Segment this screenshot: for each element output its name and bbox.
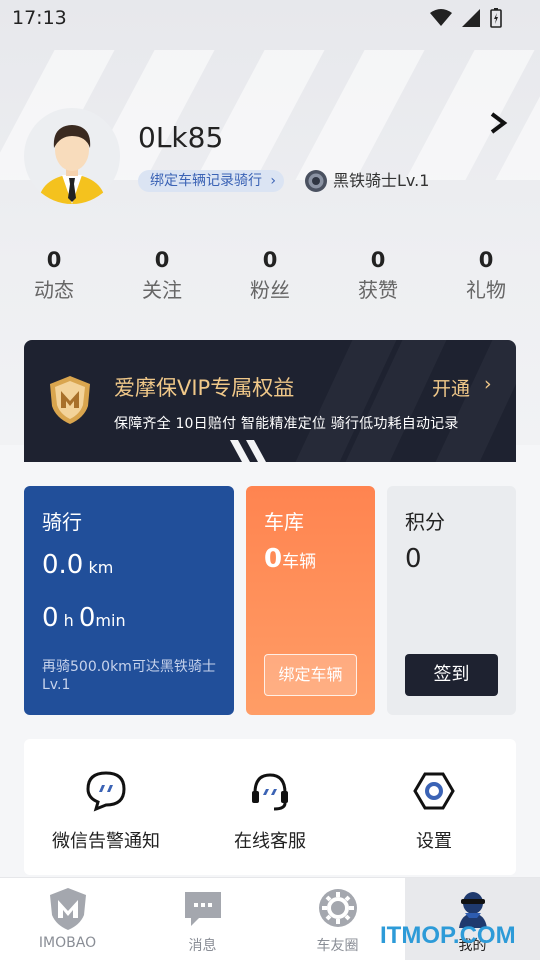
chevron-right-icon: › — [270, 173, 276, 189]
ride-progress-note: 再骑500.0km可达黑铁骑士Lv.1 — [42, 659, 216, 693]
watermark: ITMOP.COM — [380, 922, 516, 949]
tool-wechat-alert[interactable]: 微信告警通知 — [24, 739, 188, 875]
stat-value: 0 — [154, 248, 170, 272]
battery-icon — [490, 8, 502, 28]
stat-label: 获赞 — [358, 278, 398, 302]
ride-hours-value: 0 — [42, 603, 59, 633]
avatar[interactable] — [24, 108, 120, 204]
stat-following[interactable]: 0 关注 — [122, 248, 202, 304]
stat-value: 0 — [478, 248, 494, 272]
garage-count: 0车辆 — [264, 544, 316, 574]
garage-card[interactable]: 车库 0车辆 绑定车辆 — [246, 486, 375, 715]
stat-label: 关注 — [142, 278, 182, 302]
ride-distance: 0.0 km — [42, 550, 113, 580]
settings-hex-icon — [413, 772, 455, 810]
vip-open-button[interactable]: 开通 — [432, 374, 470, 401]
ride-duration: 0 h 0min — [42, 603, 126, 633]
status-bar: 17:13 — [0, 0, 540, 36]
status-time: 17:13 — [12, 7, 67, 29]
bind-vehicle-button[interactable]: 绑定车辆 — [264, 654, 357, 696]
wechat-alert-icon — [86, 771, 126, 812]
tab-label: IMOBAO — [38, 935, 97, 951]
wifi-icon — [430, 9, 452, 26]
stat-value: 0 — [46, 248, 62, 272]
stat-label: 粉丝 — [250, 278, 290, 302]
decor-stripe — [295, 50, 425, 180]
garage-count-unit: 车辆 — [282, 552, 317, 572]
ride-minutes-unit: min — [95, 611, 126, 630]
stat-label: 动态 — [34, 278, 74, 302]
stat-posts[interactable]: 0 动态 — [14, 248, 94, 304]
tool-online-support[interactable]: 在线客服 — [188, 739, 352, 875]
tool-settings[interactable]: 设置 — [352, 739, 516, 875]
stat-gifts[interactable]: 0 礼物 — [446, 248, 526, 304]
stat-label: 礼物 — [466, 278, 506, 302]
ride-minutes-value: 0 — [78, 603, 96, 633]
decor-slashes — [230, 440, 266, 462]
vip-banner[interactable]: 爱摩保VIP专属权益 开通 › 保障齐全 10日赔付 智能精准定位 骑行低功耗自… — [24, 340, 516, 462]
ride-card-title: 骑行 — [42, 510, 82, 534]
points-card[interactable]: 积分 0 签到 — [387, 486, 516, 715]
garage-count-value: 0 — [264, 544, 283, 574]
sign-in-button[interactable]: 签到 — [405, 654, 498, 696]
stat-followers[interactable]: 0 粉丝 — [230, 248, 310, 304]
tool-label: 在线客服 — [234, 831, 306, 852]
tools-panel: 微信告警通知 在线客服 设置 — [24, 739, 516, 875]
gear-icon — [319, 889, 357, 927]
decor-stripe — [435, 340, 516, 462]
chevron-right-icon: › — [484, 373, 492, 395]
tab-imobao[interactable]: IMOBAO — [0, 878, 135, 960]
tab-messages[interactable]: 消息 — [135, 878, 270, 960]
profile-chevron-right-icon[interactable] — [484, 108, 514, 138]
message-icon — [185, 892, 221, 926]
rank-badge-icon — [305, 170, 327, 192]
ride-distance-value: 0.0 — [42, 550, 84, 580]
tab-label: 消息 — [188, 938, 217, 954]
rank-label: 黑铁骑士Lv.1 — [333, 171, 430, 190]
vip-description: 保障齐全 10日赔付 智能精准定位 骑行低功耗自动记录 — [114, 416, 459, 432]
headset-icon — [252, 773, 288, 811]
vip-shield-logo-icon — [50, 376, 90, 424]
stat-value: 0 — [262, 248, 278, 272]
imobao-shield-icon — [50, 888, 86, 930]
stat-likes[interactable]: 0 获赞 — [338, 248, 418, 304]
bind-vehicle-tag-label: 绑定车辆记录骑行 — [150, 173, 262, 189]
ride-hours-unit: h — [63, 611, 74, 630]
ride-distance-unit: km — [88, 558, 114, 577]
garage-card-title: 车库 — [264, 510, 304, 534]
vip-title: 爱摩保VIP专属权益 — [114, 376, 295, 400]
ride-card[interactable]: 骑行 0.0 km 0 h 0min 再骑500.0km可达黑铁骑士Lv.1 — [24, 486, 234, 715]
points-card-title: 积分 — [405, 510, 445, 534]
points-value: 0 — [405, 544, 422, 574]
tool-label: 设置 — [416, 831, 452, 852]
avatar-image — [38, 125, 106, 204]
bind-vehicle-tag[interactable]: 绑定车辆记录骑行 › — [138, 170, 284, 192]
stat-value: 0 — [370, 248, 386, 272]
cell-signal-icon — [462, 9, 480, 27]
username: 0Lk85 — [138, 121, 224, 154]
tool-label: 微信告警通知 — [52, 831, 160, 852]
